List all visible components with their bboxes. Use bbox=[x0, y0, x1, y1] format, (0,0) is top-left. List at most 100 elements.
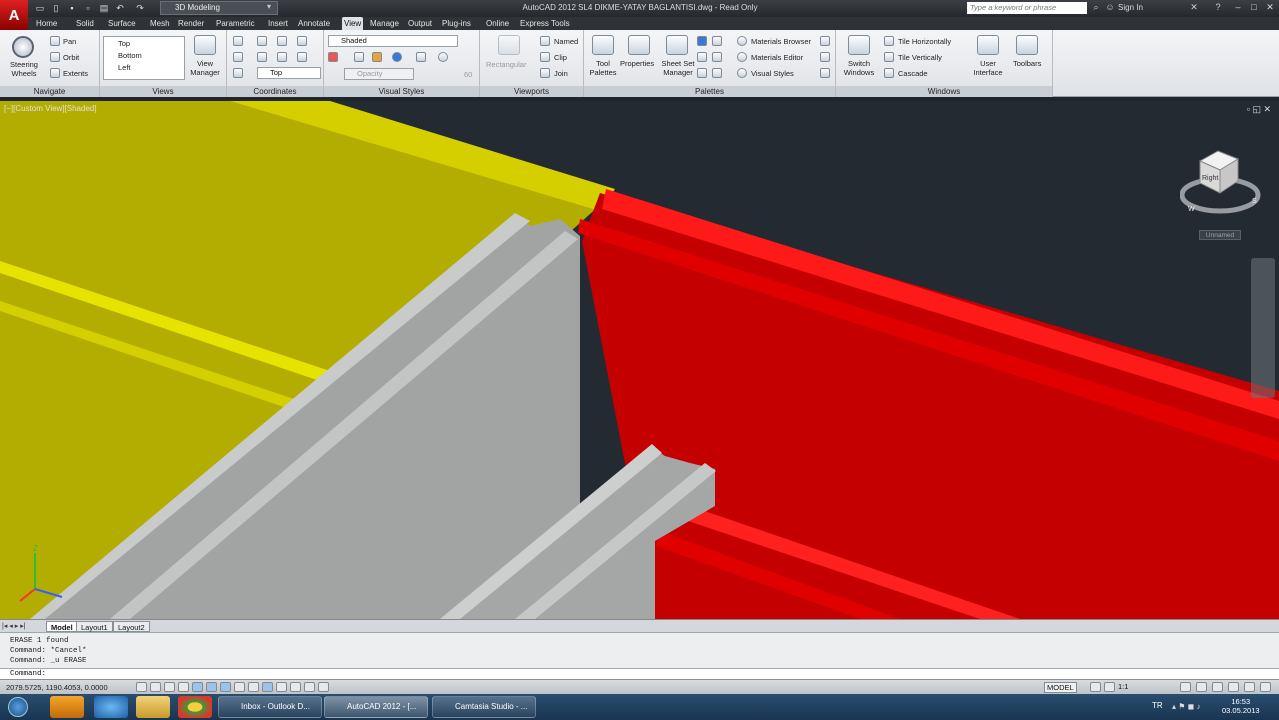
workspace-switch-icon[interactable] bbox=[1180, 682, 1191, 692]
ortho-toggle[interactable] bbox=[178, 682, 189, 692]
media-player-icon[interactable] bbox=[50, 696, 84, 718]
quick-view-drawings[interactable] bbox=[1104, 682, 1115, 692]
shadow-icon[interactable] bbox=[328, 52, 338, 62]
redo-icon[interactable]: ↷ bbox=[134, 2, 146, 14]
transparency-toggle[interactable] bbox=[290, 682, 301, 692]
visual-styles-button[interactable]: Visual Styles bbox=[751, 69, 794, 78]
material-icon[interactable] bbox=[392, 52, 402, 62]
view-manager-label[interactable]: View Manager bbox=[186, 59, 224, 77]
palette-icon-6[interactable] bbox=[712, 68, 722, 78]
binoculars-icon[interactable]: ⌕ bbox=[1090, 2, 1102, 13]
tab-view[interactable]: View bbox=[342, 17, 364, 30]
chevron-down-icon[interactable]: ▾ bbox=[267, 2, 271, 11]
selection-cycling-toggle[interactable] bbox=[318, 682, 329, 692]
face-icon[interactable] bbox=[372, 52, 382, 62]
lineweight-toggle[interactable] bbox=[276, 682, 287, 692]
user-interface-icon[interactable] bbox=[977, 35, 999, 55]
hardware-accel-icon[interactable] bbox=[1212, 682, 1223, 692]
taskbar-outlook[interactable]: Inbox - Outlook D... bbox=[218, 696, 322, 718]
steering-wheels-label[interactable]: Steering Wheels bbox=[4, 60, 44, 78]
view-item-left[interactable]: Left bbox=[104, 60, 184, 72]
maximize-button[interactable]: □ bbox=[1246, 1, 1262, 14]
ucs-icon[interactable] bbox=[233, 36, 243, 46]
ucs-y-icon[interactable] bbox=[277, 52, 287, 62]
ucs-world-icon[interactable] bbox=[257, 36, 267, 46]
tab-manage[interactable]: Manage bbox=[368, 17, 401, 30]
ucs-x-icon[interactable] bbox=[257, 52, 267, 62]
ucs-3point-icon[interactable] bbox=[233, 68, 243, 78]
view-manager-icon[interactable] bbox=[194, 35, 216, 55]
palette-icon-9[interactable] bbox=[820, 68, 830, 78]
palette-icon-1[interactable] bbox=[697, 36, 707, 46]
tab-online[interactable]: Online bbox=[484, 17, 511, 30]
properties-label[interactable]: Properties bbox=[620, 59, 654, 68]
viewport-window-controls[interactable]: ▫ ◱ ✕ bbox=[1247, 104, 1271, 115]
polar-toggle[interactable] bbox=[192, 682, 203, 692]
quick-properties-toggle[interactable] bbox=[304, 682, 315, 692]
navigation-bar[interactable] bbox=[1251, 258, 1275, 398]
view-item-bottom[interactable]: Bottom bbox=[104, 48, 184, 60]
drawing-viewport[interactable]: Z bbox=[0, 101, 1279, 619]
ucs-named-select[interactable]: Top bbox=[257, 67, 321, 79]
clean-screen-icon[interactable] bbox=[1260, 682, 1271, 692]
sign-in-link[interactable]: Sign In bbox=[1118, 3, 1143, 12]
model-canvas[interactable]: Z bbox=[0, 101, 1279, 619]
visual-style-select[interactable]: Shaded bbox=[328, 35, 458, 47]
cascade-button[interactable]: Cascade bbox=[898, 69, 928, 78]
application-logo[interactable]: A bbox=[0, 0, 28, 30]
tab-express-tools[interactable]: Express Tools bbox=[518, 17, 572, 30]
materials-editor-button[interactable]: Materials Editor bbox=[751, 53, 803, 62]
toolbars-label[interactable]: Toolbars bbox=[1013, 59, 1041, 68]
join-button[interactable]: Join bbox=[554, 69, 568, 78]
palette-icon-8[interactable] bbox=[820, 52, 830, 62]
lighting-icon[interactable] bbox=[416, 52, 426, 62]
tab-layout2[interactable]: Layout2 bbox=[113, 621, 150, 632]
close-button[interactable]: ✕ bbox=[1262, 1, 1278, 14]
taskbar-camtasia[interactable]: Camtasia Studio - ... bbox=[432, 696, 536, 718]
save-icon[interactable]: ▪ bbox=[66, 2, 78, 14]
quick-view-layouts[interactable] bbox=[1090, 682, 1101, 692]
toolbars-icon[interactable] bbox=[1016, 35, 1038, 55]
snap-toggle[interactable] bbox=[150, 682, 161, 692]
views-gallery[interactable]: Top Bottom Left bbox=[103, 36, 185, 80]
tab-mesh[interactable]: Mesh bbox=[148, 17, 172, 30]
ucs-origin-icon[interactable] bbox=[277, 36, 287, 46]
tab-layout1[interactable]: Layout1 bbox=[76, 621, 113, 632]
tray-icons[interactable]: ▴ ⚑ ◼ ♪ bbox=[1172, 702, 1201, 711]
tab-home[interactable]: Home bbox=[34, 17, 59, 30]
language-indicator[interactable]: TR bbox=[1152, 701, 1163, 710]
undo-icon[interactable]: ↶ bbox=[114, 2, 126, 14]
command-input[interactable]: Command: bbox=[0, 668, 1279, 679]
osnap-toggle[interactable] bbox=[206, 682, 217, 692]
help-icon[interactable]: ? bbox=[1212, 2, 1224, 12]
ducs-toggle[interactable] bbox=[248, 682, 259, 692]
tab-annotate[interactable]: Annotate bbox=[296, 17, 332, 30]
palette-icon-7[interactable] bbox=[820, 36, 830, 46]
clip-button[interactable]: Clip bbox=[554, 53, 567, 62]
viewcube[interactable]: Right S W bbox=[1180, 143, 1262, 218]
ucs-zaxis-icon[interactable] bbox=[297, 36, 307, 46]
isolate-objects-icon[interactable] bbox=[1228, 682, 1239, 692]
sheet-set-label[interactable]: Sheet Set Manager bbox=[658, 59, 698, 77]
dyn-toggle[interactable] bbox=[262, 682, 273, 692]
model-space-button[interactable]: MODEL bbox=[1044, 682, 1077, 693]
tab-plug-ins[interactable]: Plug-ins bbox=[440, 17, 473, 30]
tab-insert[interactable]: Insert bbox=[266, 17, 290, 30]
view-item-top[interactable]: Top bbox=[104, 37, 184, 48]
tile-horizontally-button[interactable]: Tile Horizontally bbox=[898, 37, 951, 46]
named-button[interactable]: Named bbox=[554, 37, 578, 46]
user-icon[interactable]: ☺ bbox=[1104, 2, 1116, 12]
tab-parametric[interactable]: Parametric bbox=[214, 17, 257, 30]
system-clock[interactable]: 16:53 03.05.2013 bbox=[1222, 697, 1260, 715]
workspace-select[interactable]: 3D Modeling bbox=[160, 1, 278, 15]
tool-palettes-label[interactable]: Tool Palettes bbox=[586, 59, 620, 77]
explorer-folder-icon[interactable] bbox=[136, 696, 170, 718]
ucs-z-icon[interactable] bbox=[297, 52, 307, 62]
lock-icon[interactable] bbox=[1196, 682, 1207, 692]
orbit-button[interactable]: Orbit bbox=[63, 53, 79, 62]
ucs-previous-icon[interactable] bbox=[233, 52, 243, 62]
grid-toggle[interactable] bbox=[164, 682, 175, 692]
palette-icon-5[interactable] bbox=[697, 68, 707, 78]
switch-windows-label[interactable]: Switch Windows bbox=[840, 59, 878, 77]
user-interface-label[interactable]: User Interface bbox=[969, 59, 1007, 77]
